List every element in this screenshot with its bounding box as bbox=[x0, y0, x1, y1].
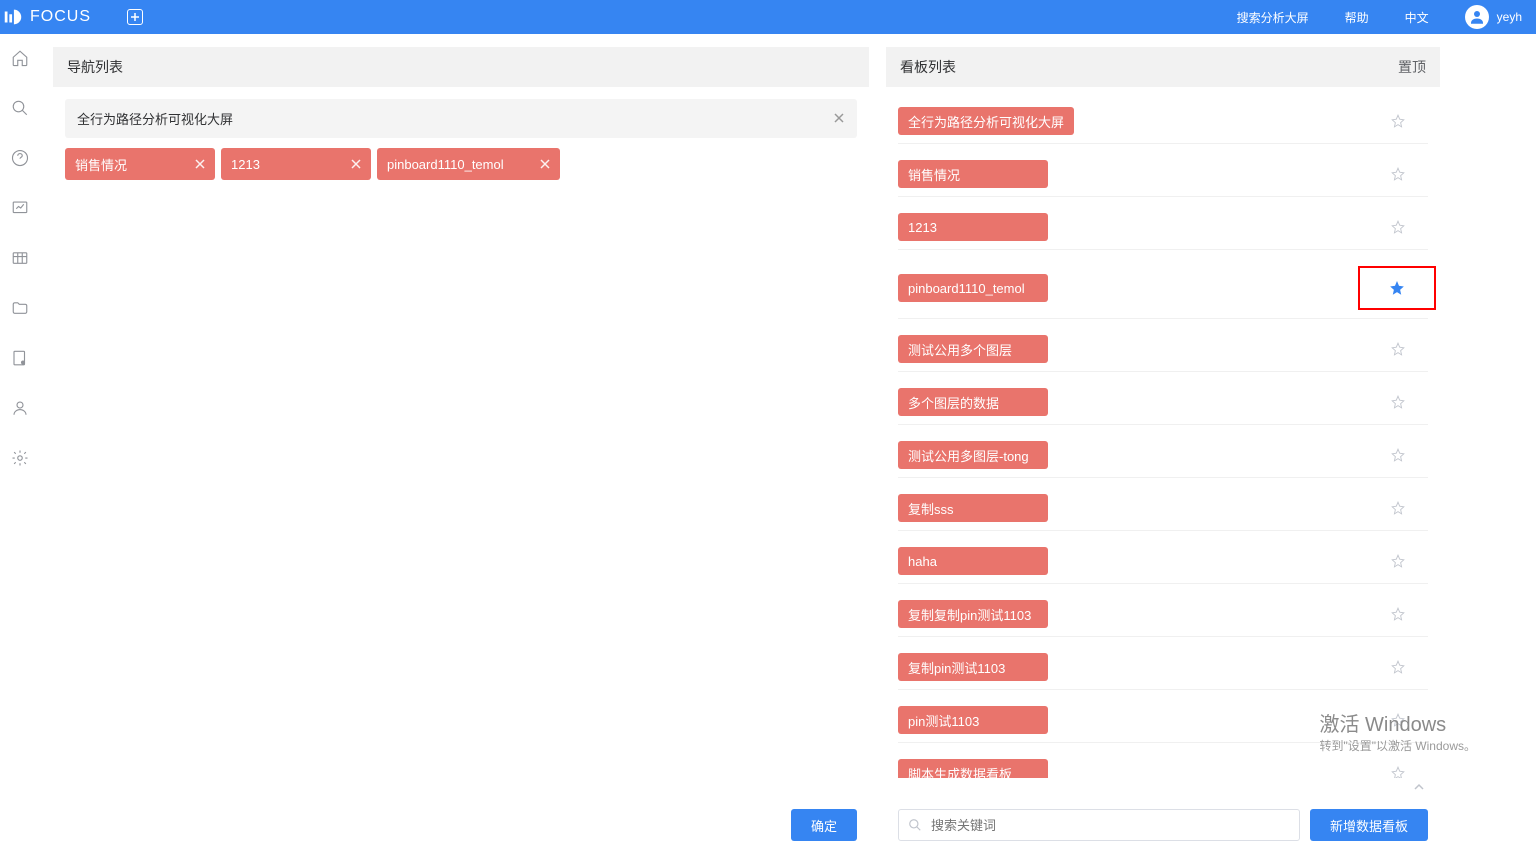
dashboard-row: 测试公用多个图层 bbox=[898, 327, 1428, 372]
dashboard-row: 脚本生成数据看板 bbox=[898, 751, 1428, 778]
dashboard-list-title: 看板列表 bbox=[900, 57, 956, 77]
dashboard-row: 复制复制pin测试1103 bbox=[898, 592, 1428, 637]
close-icon[interactable] bbox=[195, 156, 205, 172]
nav-list-title: 导航列表 bbox=[67, 57, 123, 77]
add-dashboard-button[interactable]: 新增数据看板 bbox=[1310, 809, 1428, 841]
pin-star-button[interactable] bbox=[1368, 494, 1428, 522]
chip-row: 销售情况 1213 pinboard1110_temol bbox=[65, 148, 857, 180]
top-bar: FOCUS 搜索分析大屏 帮助 中文 yeyh bbox=[0, 0, 1536, 34]
dashboard-row: 复制pin测试1103 bbox=[898, 645, 1428, 690]
pin-star-button[interactable] bbox=[1368, 388, 1428, 416]
dashboard-chip[interactable]: 脚本生成数据看板 bbox=[898, 759, 1048, 778]
search-box bbox=[898, 809, 1300, 841]
dashboard-list-panel: 看板列表 置顶 全行为路径分析可视化大屏销售情况 1213 pinboard1110… bbox=[886, 47, 1440, 851]
nav-title-row[interactable]: 全行为路径分析可视化大屏 bbox=[65, 99, 857, 138]
nav-list-panel: 导航列表 全行为路径分析可视化大屏 销售情况 1213 pinboard1110_t… bbox=[53, 47, 869, 851]
dashboard-chip[interactable]: pin测试1103 bbox=[898, 706, 1048, 734]
dashboard-chip[interactable]: 多个图层的数据 bbox=[898, 388, 1048, 416]
pin-star-button[interactable] bbox=[1368, 441, 1428, 469]
dashboard-row: 销售情况 bbox=[898, 152, 1428, 197]
chip-label: 1213 bbox=[231, 157, 260, 172]
dashboard-chip[interactable]: 复制sss bbox=[898, 494, 1048, 522]
main-container: 导航列表 全行为路径分析可视化大屏 销售情况 1213 pinboard1110_t… bbox=[0, 34, 1536, 864]
nav-chip[interactable]: 销售情况 bbox=[65, 148, 215, 180]
nav-title-text: 全行为路径分析可视化大屏 bbox=[77, 109, 233, 128]
pin-star-button[interactable] bbox=[1368, 759, 1428, 778]
dashboard-list-body: 全行为路径分析可视化大屏销售情况 1213 pinboard1110_temol 测试… bbox=[886, 87, 1440, 778]
sidebar-table[interactable] bbox=[10, 248, 30, 268]
pin-star-button[interactable] bbox=[1368, 335, 1428, 363]
pin-column-label: 置顶 bbox=[1398, 57, 1426, 77]
dashboard-chip[interactable]: haha bbox=[898, 547, 1048, 575]
dashboard-row: 复制sss bbox=[898, 486, 1428, 531]
pin-star-button[interactable] bbox=[1368, 547, 1428, 575]
pin-star-button[interactable] bbox=[1368, 706, 1428, 734]
sidebar-data[interactable] bbox=[10, 348, 30, 368]
dashboard-chip[interactable]: 全行为路径分析可视化大屏 bbox=[898, 107, 1074, 135]
avatar-icon bbox=[1465, 5, 1489, 29]
close-icon[interactable] bbox=[351, 156, 361, 172]
top-right-nav: 搜索分析大屏 帮助 中文 yeyh bbox=[1237, 5, 1522, 29]
username: yeyh bbox=[1497, 10, 1522, 24]
sidebar-user[interactable] bbox=[10, 398, 30, 418]
chevron-up-icon[interactable] bbox=[1412, 780, 1426, 799]
dashboard-row: 测试公用多图层-tong bbox=[898, 433, 1428, 478]
confirm-button[interactable]: 确定 bbox=[791, 809, 857, 841]
close-icon[interactable] bbox=[833, 111, 845, 127]
dashboard-chip[interactable]: pinboard1110_temol bbox=[898, 274, 1048, 302]
sidebar-help[interactable] bbox=[10, 148, 30, 168]
dashboard-chip[interactable]: 测试公用多图层-tong bbox=[898, 441, 1048, 469]
dashboard-chip[interactable]: 测试公用多个图层 bbox=[898, 335, 1048, 363]
dashboard-chip[interactable]: 1213 bbox=[898, 213, 1048, 241]
sidebar-chart[interactable] bbox=[10, 198, 30, 218]
pin-star-button[interactable] bbox=[1368, 213, 1428, 241]
pin-star-button[interactable] bbox=[1358, 266, 1436, 310]
sidebar-search[interactable] bbox=[10, 98, 30, 118]
nav-list-footer: 确定 bbox=[53, 799, 869, 851]
sidebar-folder[interactable] bbox=[10, 298, 30, 318]
search-icon bbox=[908, 818, 922, 832]
pin-star-button[interactable] bbox=[1368, 600, 1428, 628]
dashboard-row: pinboard1110_temol bbox=[898, 258, 1428, 319]
user-menu[interactable]: yeyh bbox=[1465, 5, 1522, 29]
dashboard-row: 全行为路径分析可视化大屏 bbox=[898, 99, 1428, 144]
nav-chip[interactable]: 1213 bbox=[221, 148, 371, 180]
search-input[interactable] bbox=[898, 809, 1300, 841]
add-tab-button[interactable] bbox=[127, 9, 143, 25]
pin-star-button[interactable] bbox=[1368, 653, 1428, 681]
dashboard-row: 多个图层的数据 bbox=[898, 380, 1428, 425]
collapse-row bbox=[886, 778, 1440, 799]
dashboard-chip[interactable]: 复制复制pin测试1103 bbox=[898, 600, 1048, 628]
dashboard-chip[interactable]: 销售情况 bbox=[898, 160, 1048, 188]
dashboard-row: 1213 bbox=[898, 205, 1428, 250]
nav-link-language[interactable]: 中文 bbox=[1405, 9, 1429, 26]
nav-chip[interactable]: pinboard1110_temol bbox=[377, 148, 560, 180]
dashboard-row: haha bbox=[898, 539, 1428, 584]
logo-text: FOCUS bbox=[30, 8, 91, 26]
sidebar-settings[interactable] bbox=[10, 448, 30, 468]
nav-list-header: 导航列表 bbox=[53, 47, 869, 87]
dashboard-chip[interactable]: 复制pin测试1103 bbox=[898, 653, 1048, 681]
sidebar-home[interactable] bbox=[10, 48, 30, 68]
main-content: 导航列表 全行为路径分析可视化大屏 销售情况 1213 pinboard1110_t… bbox=[40, 34, 1536, 864]
logo-icon bbox=[2, 6, 24, 28]
pin-star-button[interactable] bbox=[1368, 160, 1428, 188]
logo[interactable]: FOCUS bbox=[2, 6, 91, 28]
nav-list-body: 全行为路径分析可视化大屏 销售情况 1213 pinboard1110_temol bbox=[53, 87, 869, 799]
dashboard-row: pin测试1103 bbox=[898, 698, 1428, 743]
chip-label: 销售情况 bbox=[75, 155, 127, 174]
pin-star-button[interactable] bbox=[1368, 107, 1428, 135]
nav-link-search-analysis[interactable]: 搜索分析大屏 bbox=[1237, 9, 1309, 26]
close-icon[interactable] bbox=[540, 156, 550, 172]
dashboard-list-header: 看板列表 置顶 bbox=[886, 47, 1440, 87]
sidebar bbox=[0, 34, 40, 864]
chip-label: pinboard1110_temol bbox=[387, 157, 504, 172]
nav-link-help[interactable]: 帮助 bbox=[1345, 9, 1369, 26]
dashboard-list-footer: 新增数据看板 bbox=[886, 799, 1440, 851]
